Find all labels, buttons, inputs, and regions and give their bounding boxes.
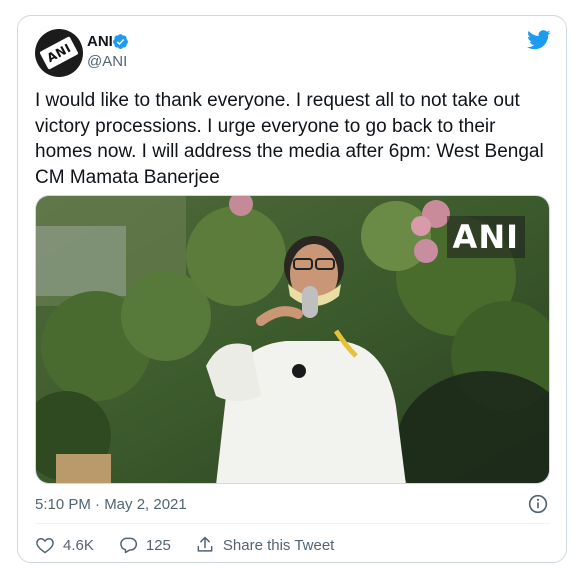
- reply-button[interactable]: 125: [118, 535, 171, 555]
- info-icon[interactable]: [528, 494, 548, 514]
- author-handle[interactable]: @ANI: [87, 53, 127, 70]
- avatar-logo: ANI: [39, 36, 79, 70]
- tweet-text: I would like to thank everyone. I reques…: [35, 90, 544, 188]
- share-button[interactable]: Share this Tweet: [195, 535, 334, 555]
- share-icon: [197, 536, 213, 552]
- author-name[interactable]: ANI: [87, 33, 113, 50]
- like-count: 4.6K: [63, 536, 94, 554]
- action-divider: [35, 523, 550, 524]
- like-button[interactable]: 4.6K: [35, 535, 94, 555]
- share-label: Share this Tweet: [222, 536, 335, 554]
- tweet-media-photo[interactable]: ANI: [35, 195, 550, 484]
- twitter-bird-icon[interactable]: [527, 30, 551, 50]
- tweet-actions: 4.6K 125 Share this Tweet: [35, 534, 334, 556]
- tweet-timestamp[interactable]: 5:10 PM · May 2, 2021: [35, 496, 187, 513]
- verified-badge-icon: [113, 34, 128, 49]
- reply-bubble-icon: [119, 537, 137, 554]
- avatar[interactable]: ANI: [35, 29, 83, 77]
- reply-count: 125: [145, 536, 171, 554]
- media-watermark: ANI: [446, 216, 525, 258]
- heart-icon: [36, 537, 54, 554]
